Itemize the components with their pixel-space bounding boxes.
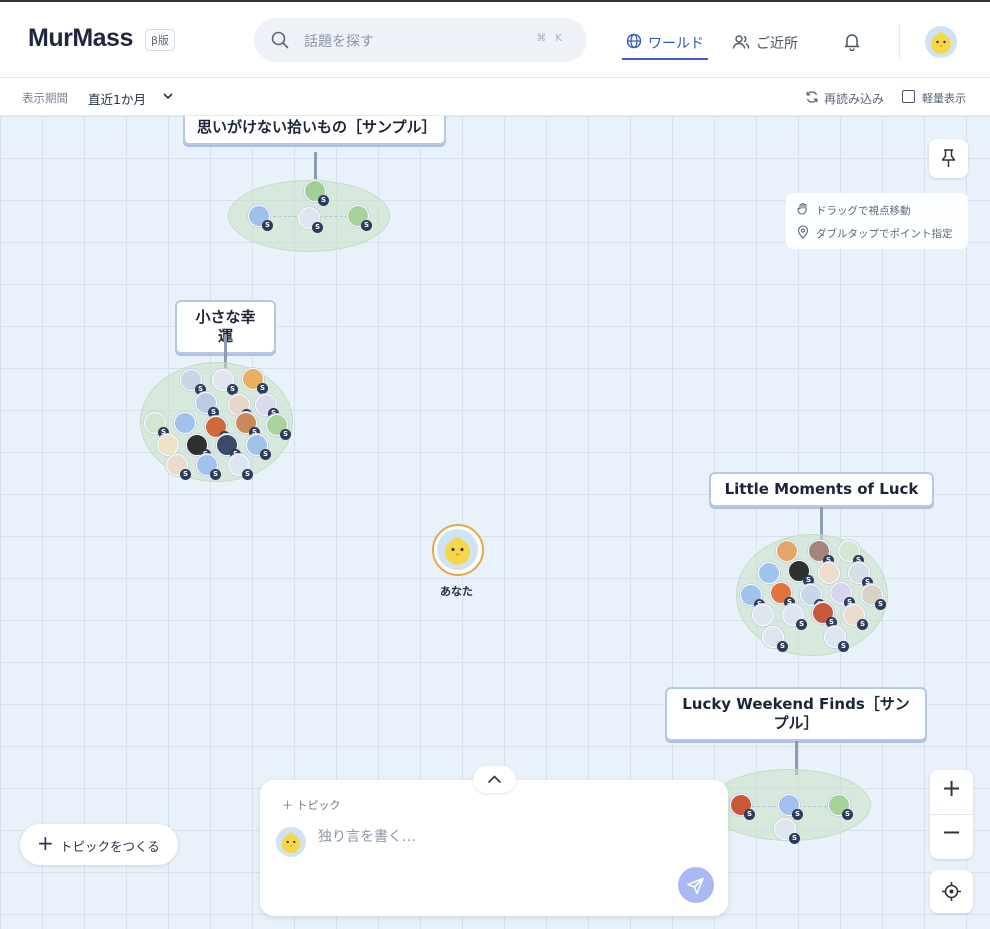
zoom-out-button[interactable]: −	[930, 818, 973, 846]
zoom-divider	[930, 814, 973, 815]
badge-s: S	[312, 222, 323, 233]
badge-s: S	[777, 641, 788, 652]
topic-label[interactable]: Lucky Weekend Finds［サンプル］	[665, 687, 927, 741]
filter-bar: 表示期間 直近1か月 再読み込み 軽量表示	[0, 78, 990, 116]
search-placeholder: 話題を探す	[304, 34, 374, 50]
chick-icon	[444, 536, 471, 565]
my-position-marker[interactable]	[432, 524, 484, 576]
badge-s: S	[361, 220, 372, 231]
user-avatar-bubble[interactable]	[818, 562, 840, 584]
my-avatar	[437, 529, 478, 570]
user-avatar-bubble[interactable]	[157, 434, 179, 456]
pin-button[interactable]	[929, 139, 968, 178]
app-header: MurMass β版 話題を探す ⌘ K ワールド ご近所	[0, 0, 990, 78]
post-composer: ＋ トピック 独り言を書く…	[260, 780, 728, 916]
user-avatar-bubble[interactable]	[174, 412, 196, 434]
badge-s: S	[260, 449, 271, 460]
composer-avatar	[276, 827, 306, 857]
globe-icon	[626, 33, 642, 49]
search-bar[interactable]: 話題を探す ⌘ K	[254, 18, 587, 62]
badge-s: S	[180, 469, 191, 480]
bell-icon[interactable]	[842, 31, 862, 51]
chevron-down-icon[interactable]	[162, 90, 174, 102]
badge-s: S	[744, 809, 755, 820]
user-avatar-bubble[interactable]	[758, 562, 780, 584]
badge-s: S	[875, 599, 886, 610]
topic-label[interactable]: 思いがけない拾いもの［サンプル］	[183, 116, 446, 145]
user-avatar-bubble[interactable]	[776, 540, 798, 562]
send-icon	[687, 877, 704, 895]
map-hint-panel: ドラッグで視点移動 ダブルタップでポイント指定	[786, 193, 968, 249]
period-label: 表示期間	[22, 91, 68, 105]
app-logo[interactable]: MurMass	[28, 24, 133, 53]
topic-label[interactable]: Little Moments of Luck	[709, 472, 934, 507]
users-icon	[732, 35, 750, 49]
badge-s: S	[242, 469, 253, 480]
my-label: あなた	[440, 585, 473, 598]
add-topic-label: トピック	[296, 799, 341, 812]
refresh-icon	[806, 91, 818, 103]
create-topic-button[interactable]: + トピックをつくる	[20, 824, 178, 865]
crosshair-icon	[942, 882, 961, 901]
badge-s: S	[318, 195, 329, 206]
create-topic-label: トピックをつくる	[60, 839, 160, 854]
tab-nearby-label: ご近所	[756, 36, 798, 52]
search-shortcut: ⌘ K	[536, 33, 565, 44]
map-pin-icon	[797, 225, 809, 239]
period-select[interactable]: 直近1か月	[88, 89, 146, 108]
badge-s: S	[257, 383, 268, 394]
composer-collapse-button[interactable]	[473, 766, 516, 793]
locate-button[interactable]	[930, 870, 973, 913]
badge-s: S	[792, 809, 803, 820]
user-avatar[interactable]	[925, 26, 957, 58]
monologue-input[interactable]: 独り言を書く…	[318, 826, 698, 846]
zoom-in-button[interactable]: +	[930, 774, 973, 802]
user-avatar-bubble[interactable]	[752, 604, 774, 626]
send-button[interactable]	[678, 867, 714, 903]
chick-icon	[281, 832, 301, 854]
chick-icon	[931, 32, 951, 54]
badge-s: S	[838, 641, 849, 652]
reload-label: 再読み込み	[824, 92, 885, 106]
badge-s: S	[789, 833, 800, 844]
add-topic-link[interactable]: ＋ トピック	[282, 797, 341, 813]
badge-s: S	[280, 429, 291, 440]
badge-s: S	[210, 469, 221, 480]
light-mode-checkbox[interactable]	[902, 90, 915, 103]
search-icon	[271, 31, 289, 49]
pin-icon	[941, 149, 956, 167]
tab-world[interactable]: ワールド	[622, 32, 708, 60]
zoom-controls: + −	[930, 770, 973, 859]
plus-icon: +	[37, 831, 54, 855]
light-mode-label: 軽量表示	[922, 92, 966, 105]
tab-world-label: ワールド	[648, 36, 704, 52]
chevron-up-icon	[488, 775, 501, 783]
world-map-canvas[interactable]: 思いがけない拾いもの［サンプル］ S S S S 小さな幸運 S S S S S…	[0, 116, 990, 929]
beta-badge: β版	[145, 29, 176, 51]
badge-s: S	[842, 809, 853, 820]
badge-s: S	[857, 619, 868, 630]
header-divider	[899, 24, 900, 58]
badge-s: S	[796, 619, 807, 630]
badge-s: S	[262, 220, 273, 231]
hand-icon	[797, 202, 807, 215]
